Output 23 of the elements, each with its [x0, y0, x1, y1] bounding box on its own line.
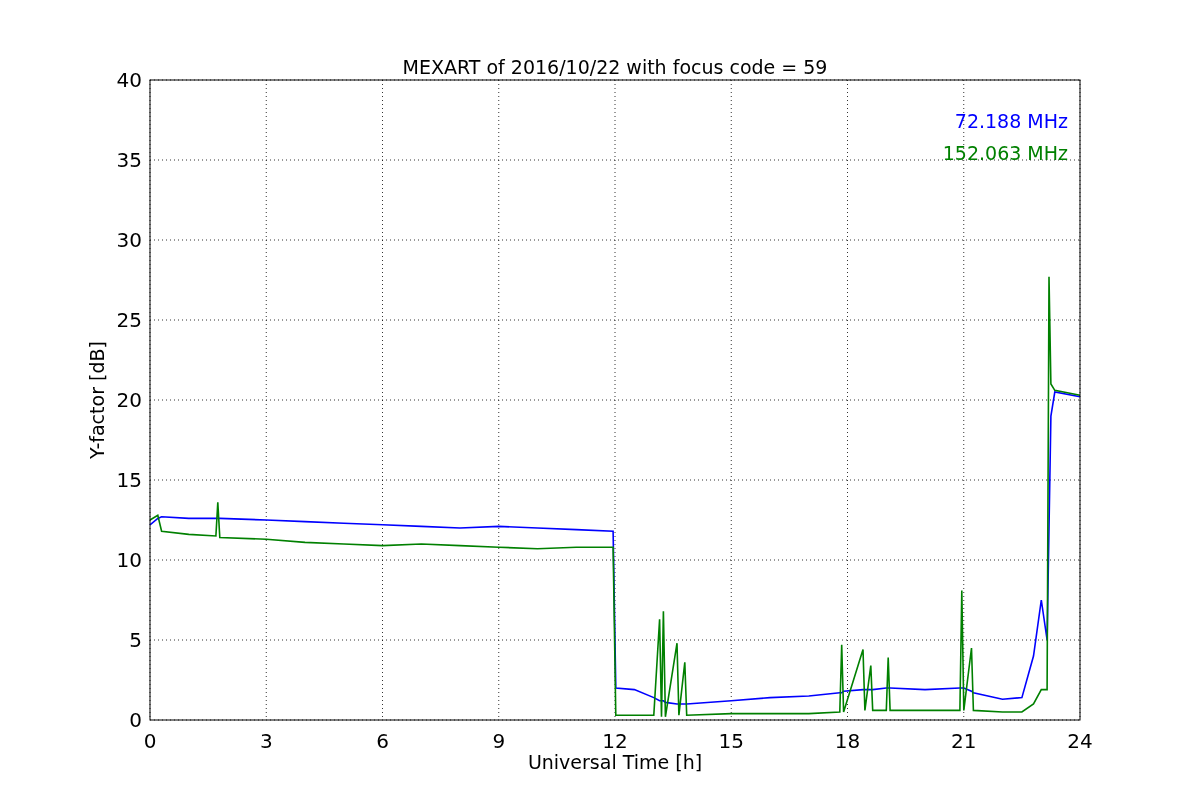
tick-label: 0	[143, 729, 157, 753]
tick-label: 18	[834, 729, 861, 753]
tick-label: 12	[602, 729, 628, 753]
tick-label: 20	[116, 388, 142, 412]
tick-label: 10	[116, 548, 142, 572]
tick-label: 3	[259, 729, 273, 753]
chart-title: MEXART of 2016/10/22 with focus code = 59	[402, 56, 828, 78]
tick-label: 0	[129, 708, 142, 732]
x-axis-label: Universal Time [h]	[527, 751, 703, 773]
tick-label: 6	[376, 729, 389, 753]
tick-label: 40	[116, 68, 142, 92]
tick-label: 21	[951, 729, 977, 753]
tick-label: 15	[116, 468, 142, 492]
legend-label: 152.063 MHz	[942, 142, 1068, 164]
tick-label: 15	[718, 729, 744, 753]
tick-label: 35	[116, 148, 142, 172]
tick-label: 24	[1067, 729, 1093, 753]
tick-label: 30	[116, 228, 142, 252]
tick-label: 5	[129, 628, 142, 652]
y-axis-label: Y-factor [dB]	[86, 341, 108, 459]
tick-label: 25	[116, 308, 142, 332]
tick-label: 9	[492, 729, 506, 753]
legend-label: 72.188 MHz	[954, 110, 1068, 132]
